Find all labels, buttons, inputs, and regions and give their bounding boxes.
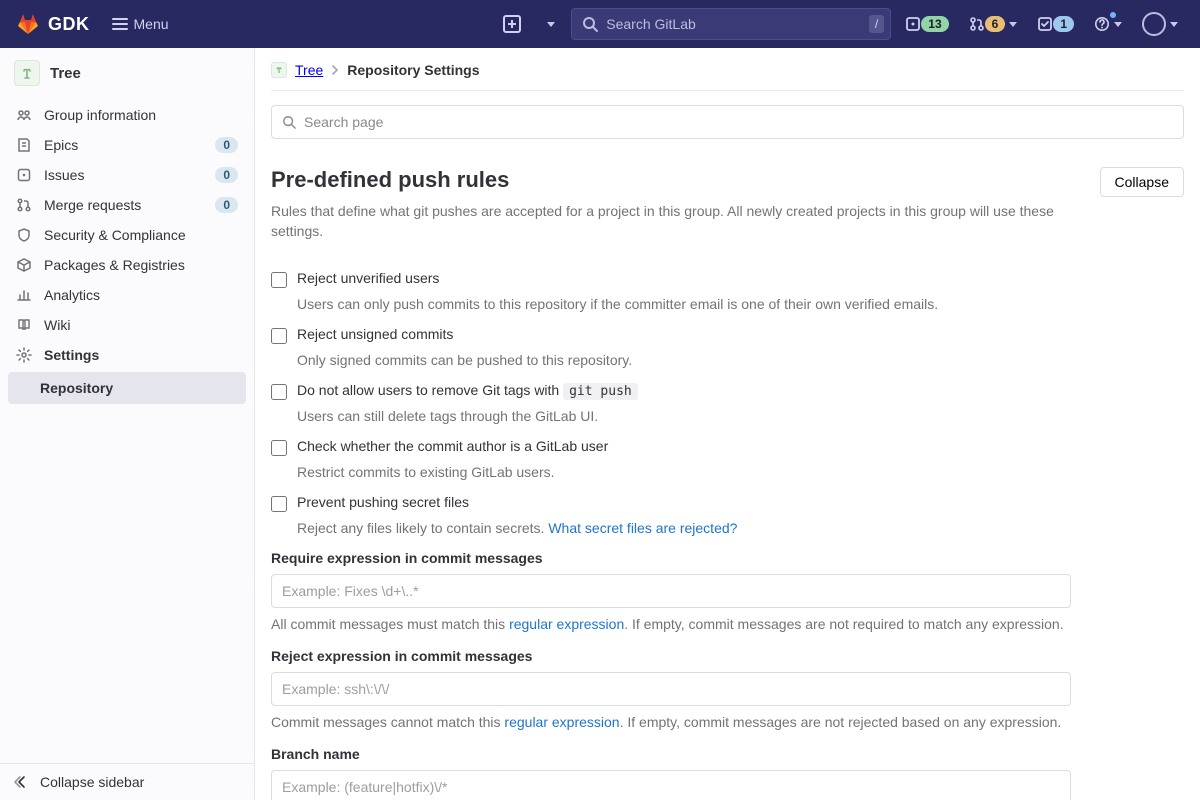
checkbox-label: Do not allow users to remove Git tags wi… [297, 382, 638, 400]
sidebar-item-security[interactable]: Security & Compliance [8, 220, 246, 250]
page-search[interactable] [271, 105, 1184, 139]
breadcrumb-separator-icon [331, 62, 339, 78]
user-menu[interactable] [1136, 10, 1184, 38]
checkbox-help: Only signed commits can be pushed to thi… [297, 352, 1071, 368]
checkbox-check-commit-author[interactable] [271, 440, 287, 456]
sidebar-item-merge-requests[interactable]: Merge requests 0 [8, 190, 246, 220]
create-new-dropdown[interactable] [535, 10, 563, 38]
menu-label: Menu [134, 16, 169, 32]
sidebar-item-group-information[interactable]: Group information [8, 100, 246, 130]
sidebar-item-issues[interactable]: Issues 0 [8, 160, 246, 190]
breadcrumb-group-link[interactable]: Tree [295, 62, 323, 78]
group-icon [16, 107, 32, 123]
input-branch-name[interactable] [271, 770, 1071, 800]
sidebar-context-name: Tree [50, 65, 81, 82]
section-description: Rules that define what git pushes are ac… [271, 201, 1084, 242]
collapse-sidebar-button[interactable]: Collapse sidebar [0, 763, 254, 800]
field-label-require-commit: Require expression in commit messages [271, 550, 1071, 566]
question-icon [1094, 16, 1110, 32]
create-new-button[interactable] [497, 10, 527, 38]
chevron-down-icon [1170, 22, 1178, 27]
checkbox-reject-unverified-users[interactable] [271, 272, 287, 288]
epics-count-badge: 0 [215, 137, 238, 153]
navbar-todos-link[interactable]: 1 [1031, 10, 1080, 38]
navbar-todos-badge: 1 [1053, 16, 1074, 32]
top-navbar: GDK Menu / 13 6 [0, 0, 1200, 48]
navbar-issues-link[interactable]: 13 [899, 10, 954, 38]
shield-icon [16, 227, 32, 243]
regex-help-link[interactable]: regular expression [504, 714, 619, 730]
sidebar-item-packages[interactable]: Packages & Registries [8, 250, 246, 280]
gear-icon [16, 347, 32, 363]
checkbox-label: Prevent pushing secret files [297, 494, 469, 512]
sidebar: Tree Group information Epics 0 Is [0, 48, 255, 800]
field-label-reject-commit: Reject expression in commit messages [271, 648, 1071, 664]
merge-request-icon [969, 16, 985, 32]
checkbox-label: Reject unsigned commits [297, 326, 453, 344]
collapse-sidebar-label: Collapse sidebar [40, 774, 144, 790]
brand-logo[interactable]: GDK [16, 12, 90, 36]
section-title: Pre-defined push rules [271, 167, 1084, 193]
help-notification-dot [1110, 12, 1116, 18]
todo-icon [1037, 16, 1053, 32]
mr-count-badge: 0 [215, 197, 238, 213]
chevron-down-icon [1009, 22, 1017, 27]
page-search-input[interactable] [304, 114, 1173, 130]
sidebar-item-epics[interactable]: Epics 0 [8, 130, 246, 160]
menu-toggle[interactable]: Menu [104, 10, 177, 38]
avatar-icon [1142, 12, 1166, 36]
sidebar-item-wiki[interactable]: Wiki [8, 310, 246, 340]
checkbox-help: Users can still delete tags through the … [297, 408, 1071, 424]
epic-icon [16, 137, 32, 153]
global-search[interactable]: / [571, 8, 891, 40]
breadcrumb: Tree Repository Settings [271, 62, 1184, 91]
search-icon [582, 16, 598, 32]
checkbox-help: Users can only push commits to this repo… [297, 296, 1071, 312]
group-avatar-icon [14, 60, 40, 86]
search-icon [282, 115, 296, 129]
issues-icon [16, 167, 32, 183]
package-icon [16, 257, 32, 273]
chevron-down-icon [1114, 22, 1122, 27]
search-kbd-hint: / [869, 15, 884, 33]
sidebar-item-settings[interactable]: Settings [8, 340, 246, 370]
plus-icon [503, 15, 521, 33]
sidebar-context-header[interactable]: Tree [0, 48, 254, 98]
navbar-mr-link[interactable]: 6 [963, 10, 1024, 38]
checkbox-label: Reject unverified users [297, 270, 439, 288]
help-menu[interactable] [1088, 10, 1128, 38]
navbar-issues-badge: 13 [921, 16, 948, 32]
checkbox-help: Reject any files likely to contain secre… [297, 520, 1071, 536]
brand-text: GDK [48, 14, 90, 35]
chart-icon [16, 287, 32, 303]
field-help: All commit messages must match this regu… [271, 614, 1071, 634]
collapse-icon [14, 774, 30, 790]
field-label-branch-name: Branch name [271, 746, 1071, 762]
checkbox-prevent-tag-removal[interactable] [271, 384, 287, 400]
gitlab-icon [16, 12, 40, 36]
breadcrumb-group-avatar-icon [271, 62, 287, 78]
merge-request-icon [16, 197, 32, 213]
navbar-mr-badge: 6 [985, 16, 1006, 32]
input-reject-commit-expression[interactable] [271, 672, 1071, 706]
input-require-commit-expression[interactable] [271, 574, 1071, 608]
book-icon [16, 317, 32, 333]
issues-count-badge: 0 [215, 167, 238, 183]
checkbox-reject-unsigned-commits[interactable] [271, 328, 287, 344]
global-search-input[interactable] [606, 16, 861, 32]
checkbox-label: Check whether the commit author is a Git… [297, 438, 608, 456]
sidebar-item-analytics[interactable]: Analytics [8, 280, 246, 310]
checkbox-help: Restrict commits to existing GitLab user… [297, 464, 1071, 480]
sidebar-subitem-repository[interactable]: Repository [8, 372, 246, 404]
field-help: Commit messages cannot match this regula… [271, 712, 1071, 732]
secret-files-help-link[interactable]: What secret files are rejected? [548, 520, 737, 536]
hamburger-icon [112, 18, 128, 30]
section-collapse-button[interactable]: Collapse [1100, 167, 1184, 197]
main-content: Tree Repository Settings Pre-defined pus… [255, 48, 1200, 800]
chevron-down-icon [547, 22, 555, 27]
checkbox-prevent-secret-files[interactable] [271, 496, 287, 512]
issue-icon [905, 16, 921, 32]
regex-help-link[interactable]: regular expression [509, 616, 624, 632]
breadcrumb-current: Repository Settings [347, 62, 479, 78]
